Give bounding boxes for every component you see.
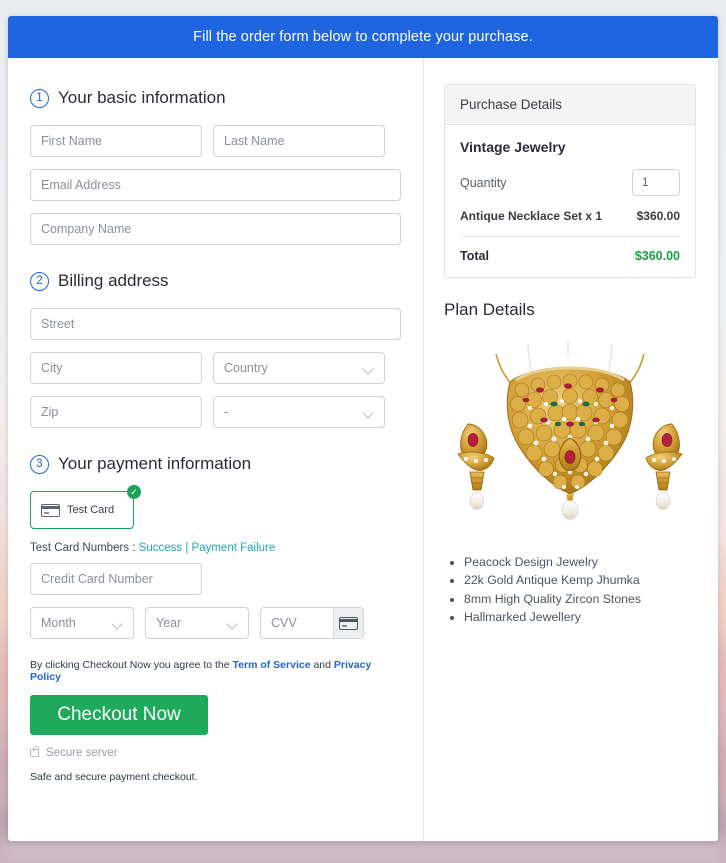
section-header-payment-information: 3 Your payment information: [30, 454, 401, 474]
city-input[interactable]: City: [30, 352, 202, 384]
email-input[interactable]: Email Address: [30, 169, 401, 201]
list-item: Hallmarked Jewellery: [464, 609, 696, 626]
banner-text: Fill the order form below to complete yo…: [193, 29, 533, 45]
total-row: Total $360.00: [460, 237, 680, 263]
term-of-service-link[interactable]: Term of Service: [233, 659, 311, 671]
terms-conjunction: and: [313, 659, 331, 671]
product-image: [444, 338, 696, 538]
section-title-basic-information: Your basic information: [58, 88, 226, 107]
city-placeholder: City: [41, 361, 63, 375]
state-selected-value: -: [224, 405, 229, 419]
step-number-3: 3: [30, 454, 49, 474]
section-title-billing-address: Billing address: [58, 271, 169, 290]
first-name-input[interactable]: First Name: [30, 125, 202, 157]
street-row: Street: [30, 308, 401, 340]
credit-card-icon: [339, 616, 358, 630]
test-card-label: Test Card: [67, 504, 115, 516]
city-country-row: City Country: [30, 352, 401, 384]
expiry-month-value: Month: [41, 616, 76, 630]
zip-input[interactable]: Zip: [30, 396, 202, 428]
line-item-row: Antique Necklace Set x 1 $360.00: [460, 209, 680, 237]
name-row: First Name Last Name: [30, 125, 401, 157]
left-earring: [457, 423, 495, 510]
step-number-1: 1: [30, 88, 49, 108]
credit-card-number-input[interactable]: Credit Card Number: [30, 563, 202, 595]
spacer-after-basic: [30, 257, 401, 271]
check-circle-icon: ✓: [127, 485, 141, 499]
plan-details-title: Plan Details: [444, 300, 535, 319]
street-input[interactable]: Street: [30, 308, 401, 340]
lock-icon: [30, 745, 39, 757]
cvv-input[interactable]: CVV: [260, 607, 364, 639]
expiry-cvv-row: Month Year CVV: [30, 607, 401, 639]
expiry-year-select[interactable]: Year: [145, 607, 249, 639]
checkout-card: Fill the order form below to complete yo…: [8, 16, 718, 841]
purchase-details-panel: Purchase Details Vintage Jewelry Quantit…: [444, 84, 696, 278]
zip-state-row: Zip -: [30, 396, 401, 428]
payment-failure-test-card-link[interactable]: Payment Failure: [192, 542, 276, 554]
expiry-year-value: Year: [156, 616, 182, 630]
last-name-placeholder: Last Name: [224, 134, 285, 148]
card-body: 1 Your basic information First Name Last…: [8, 58, 718, 841]
email-row: Email Address: [30, 169, 401, 201]
expiry-month-select[interactable]: Month: [30, 607, 134, 639]
terms-agreement-text: By clicking Checkout Now you agree to th…: [30, 659, 401, 683]
test-card-option[interactable]: Test Card: [30, 491, 134, 529]
credit-card-number-placeholder: Credit Card Number: [41, 572, 153, 586]
link-separator: |: [185, 542, 189, 554]
country-selected-value: Country: [224, 361, 268, 375]
country-select[interactable]: Country: [213, 352, 385, 384]
spacer-after-billing: [30, 440, 401, 454]
plan-features-list: Peacock Design Jewelry 22k Gold Antique …: [464, 554, 696, 627]
test-card-option-wrap: Test Card ✓: [30, 485, 141, 529]
step-number-2: 2: [30, 271, 49, 291]
cvv-placeholder: CVV: [271, 616, 297, 630]
section-header-basic-information: 1 Your basic information: [30, 88, 401, 108]
checkout-now-button[interactable]: Checkout Now: [30, 695, 208, 735]
list-item: Peacock Design Jewelry: [464, 554, 696, 571]
right-earring: [645, 423, 683, 510]
line-item-price: $360.00: [636, 209, 680, 223]
street-placeholder: Street: [41, 317, 75, 331]
last-name-input[interactable]: Last Name: [213, 125, 385, 157]
first-name-placeholder: First Name: [41, 134, 103, 148]
jewelry-necklace-illustration: [457, 342, 683, 520]
list-item: 22k Gold Antique Kemp Jhumka: [464, 572, 696, 589]
zip-placeholder: Zip: [41, 405, 59, 419]
company-name-placeholder: Company Name: [41, 222, 132, 236]
total-label: Total: [460, 249, 489, 263]
test-card-numbers-line: Test Card Numbers : Success | Payment Fa…: [30, 542, 401, 554]
terms-prefix: By clicking Checkout Now you agree to th…: [30, 659, 230, 671]
list-item: 8mm High Quality Zircon Stones: [464, 591, 696, 608]
company-name-input[interactable]: Company Name: [30, 213, 401, 245]
secure-server-row: Secure server: [30, 745, 401, 759]
secure-server-label: Secure server: [46, 747, 118, 759]
quantity-label: Quantity: [460, 175, 507, 190]
page-banner: Fill the order form below to complete yo…: [8, 16, 718, 58]
company-row: Company Name: [30, 213, 401, 245]
email-placeholder: Email Address: [41, 178, 121, 192]
success-test-card-link[interactable]: Success: [139, 542, 182, 554]
section-title-payment-information: Your payment information: [58, 454, 252, 473]
state-select[interactable]: -: [213, 396, 385, 428]
purchase-details-body: Vintage Jewelry Quantity 1 Antique Neckl…: [445, 125, 695, 277]
line-item-label: Antique Necklace Set x 1: [460, 209, 603, 223]
summary-column: Purchase Details Vintage Jewelry Quantit…: [424, 58, 718, 841]
test-card-numbers-label: Test Card Numbers :: [30, 542, 136, 554]
product-name: Vintage Jewelry: [460, 139, 566, 155]
quantity-input[interactable]: 1: [632, 169, 680, 196]
section-header-billing-address: 2 Billing address: [30, 271, 401, 291]
order-form-column: 1 Your basic information First Name Last…: [8, 58, 424, 841]
credit-card-icon: [41, 503, 60, 517]
total-price: $360.00: [634, 249, 680, 263]
purchase-details-header: Purchase Details: [445, 85, 695, 125]
cvv-card-icon-box: [333, 608, 363, 638]
safe-payment-note: Safe and secure payment checkout.: [30, 771, 198, 783]
quantity-row: Quantity 1: [460, 169, 680, 196]
